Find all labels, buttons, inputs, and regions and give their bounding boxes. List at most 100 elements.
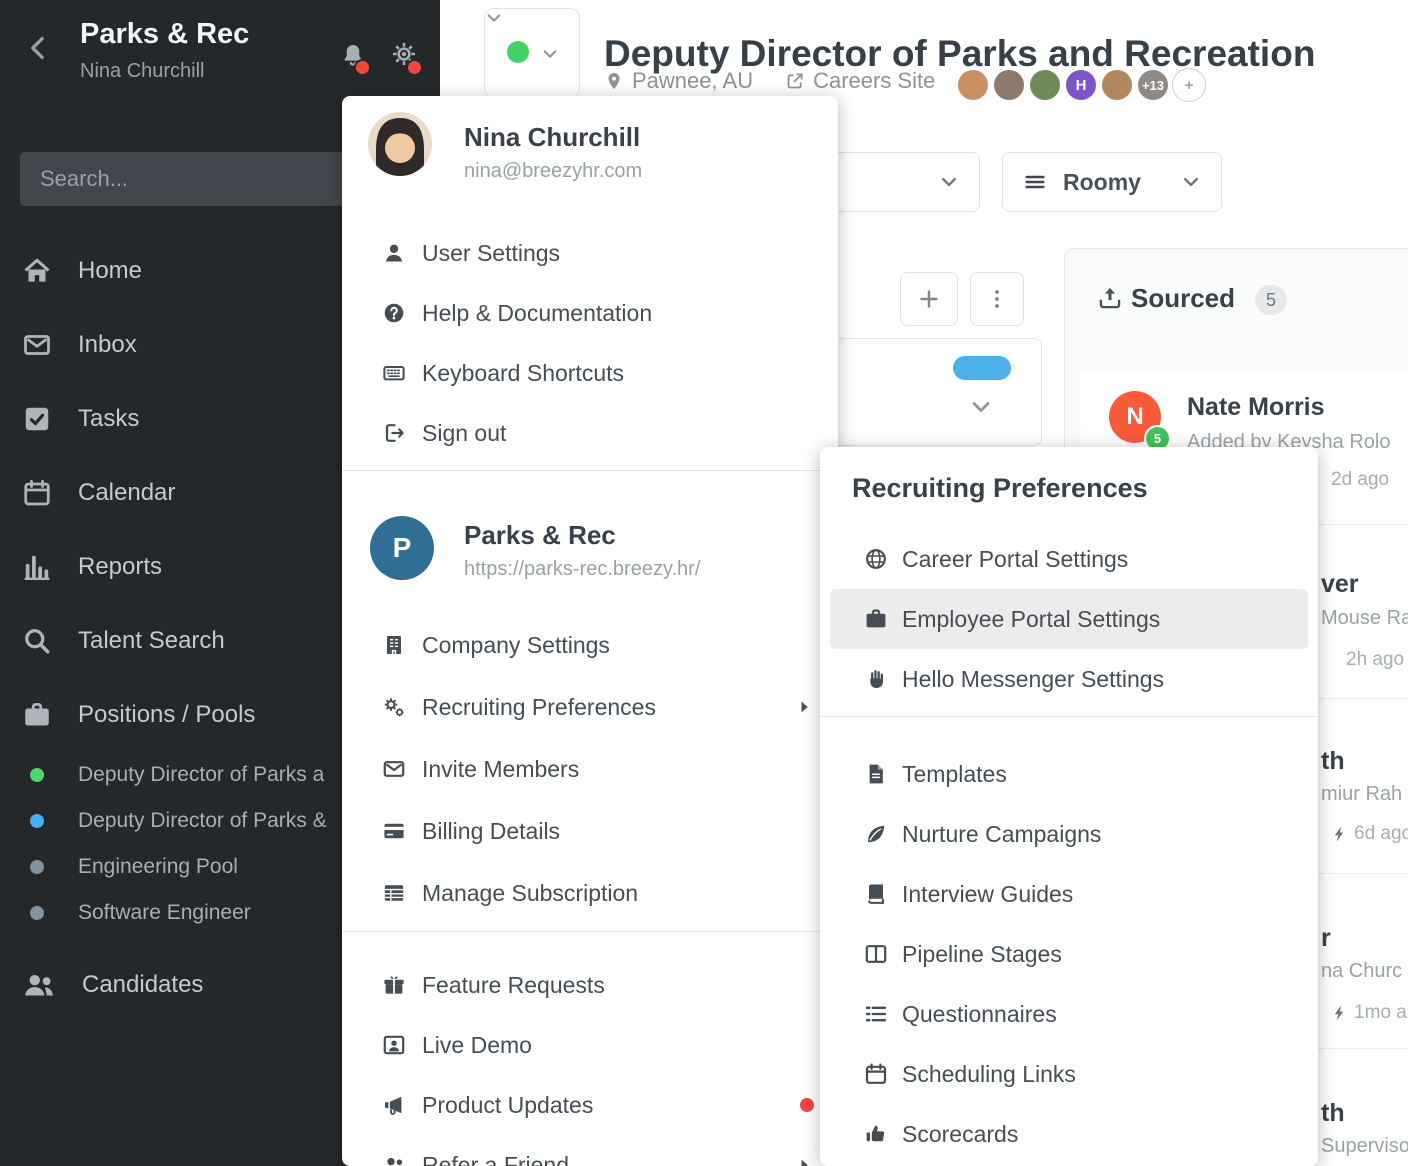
avatar-overflow-badge[interactable]: +13 bbox=[1136, 68, 1170, 102]
submenu-item-career-portal-settings[interactable]: Career Portal Settings bbox=[820, 529, 1318, 589]
app-screen: Parks & Rec Nina Churchill Home Inbox Ta… bbox=[0, 0, 1408, 1166]
submenu-item-scorecards[interactable]: Scorecards bbox=[820, 1104, 1318, 1164]
help-icon bbox=[382, 301, 406, 325]
chevron-left-icon bbox=[24, 34, 52, 62]
candidate-avatar-initial: N bbox=[1126, 403, 1144, 430]
team-avatars: H +13 + bbox=[956, 68, 1208, 102]
avatar[interactable]: H bbox=[1064, 68, 1098, 102]
notification-dot bbox=[354, 59, 371, 76]
avatar[interactable] bbox=[1100, 68, 1134, 102]
candidate-time: 1mo a bbox=[1331, 1002, 1407, 1024]
globe-icon bbox=[864, 547, 888, 571]
add-team-member-button[interactable]: + bbox=[1172, 68, 1206, 102]
menu-item-keyboard-shortcuts[interactable]: Keyboard Shortcuts bbox=[342, 343, 838, 403]
menu-item-user-settings[interactable]: User Settings bbox=[342, 223, 838, 283]
submenu-item-interview-guides[interactable]: Interview Guides bbox=[820, 864, 1318, 924]
reports-icon bbox=[22, 552, 52, 582]
view-selector-dropdown[interactable]: Roomy bbox=[1002, 152, 1222, 212]
candidate-time: 2h ago bbox=[1346, 649, 1405, 670]
user-avatar bbox=[368, 112, 432, 176]
position-location: Pawnee, AU bbox=[632, 68, 754, 93]
menu-item-invite-members[interactable]: Invite Members bbox=[342, 738, 838, 800]
candidate-time: 6d ago bbox=[1331, 823, 1408, 845]
user-icon bbox=[382, 241, 406, 265]
position-status-dot bbox=[30, 814, 44, 828]
menu-item-company-settings[interactable]: Company Settings bbox=[342, 614, 838, 676]
menu-item-help-documentation[interactable]: Help & Documentation bbox=[342, 283, 838, 343]
avatar[interactable] bbox=[1028, 68, 1062, 102]
sidebar-company-name: Parks & Rec bbox=[80, 18, 250, 50]
more-options-button[interactable] bbox=[970, 272, 1024, 326]
submenu-item-nurture-campaigns[interactable]: Nurture Campaigns bbox=[820, 804, 1318, 864]
user-menu-email: nina@breezyhr.com bbox=[464, 160, 643, 182]
user-avatar-photo bbox=[368, 112, 432, 176]
calendar-icon bbox=[864, 1062, 888, 1086]
company-menu-name: Parks & Rec bbox=[464, 520, 616, 550]
candidate-meta-fragment: Mouse Ra bbox=[1321, 607, 1408, 629]
submenu-item-questionnaires[interactable]: Questionnaires bbox=[820, 984, 1318, 1044]
submenu-title: Recruiting Preferences bbox=[852, 473, 1148, 503]
recruiting-preferences-submenu: Recruiting Preferences Career Portal Set… bbox=[820, 447, 1318, 1166]
home-icon bbox=[22, 256, 52, 286]
sourced-column-title: Sourced bbox=[1131, 283, 1236, 313]
menu-item-feature-requests[interactable]: Feature Requests bbox=[342, 955, 838, 1015]
chevron-down-icon bbox=[939, 172, 959, 192]
thumbs-up-icon bbox=[864, 1122, 888, 1146]
company-menu-header: P Parks & Rec https://parks-rec.breezy.h… bbox=[342, 478, 838, 614]
candidate-meta-fragment: miur Rah bbox=[1321, 783, 1403, 805]
list-icon bbox=[864, 1002, 888, 1026]
book-icon bbox=[864, 882, 888, 906]
candidate-name-fragment: th bbox=[1321, 1099, 1345, 1127]
tasks-icon bbox=[22, 404, 52, 434]
sidebar-user-name: Nina Churchill bbox=[80, 60, 205, 82]
menu-divider bbox=[820, 716, 1318, 717]
submenu-item-pipeline-stages[interactable]: Pipeline Stages bbox=[820, 924, 1318, 984]
sign-out-icon bbox=[382, 421, 406, 445]
submenu-item-employee-portal-settings[interactable]: Employee Portal Settings bbox=[830, 589, 1308, 649]
briefcase-icon bbox=[22, 700, 52, 730]
chevron-down-icon[interactable] bbox=[969, 395, 993, 419]
bolt-icon bbox=[1331, 825, 1349, 843]
status-green-dot bbox=[507, 41, 529, 63]
location-pin-icon bbox=[604, 71, 624, 91]
add-candidate-button[interactable] bbox=[900, 272, 958, 326]
leaf-icon bbox=[864, 822, 888, 846]
user-menu-name: Nina Churchill bbox=[464, 122, 641, 152]
careers-site-link[interactable]: Careers Site bbox=[813, 68, 935, 94]
sourced-count-badge: 5 bbox=[1255, 285, 1288, 315]
user-screen-icon bbox=[382, 1033, 406, 1057]
back-button[interactable] bbox=[24, 34, 52, 67]
position-status-dropdown[interactable] bbox=[484, 8, 580, 98]
company-menu-url[interactable]: https://parks-rec.breezy.hr/ bbox=[464, 558, 700, 581]
settings-button[interactable] bbox=[390, 40, 423, 76]
view-selector-label: Roomy bbox=[1063, 168, 1141, 195]
plus-icon bbox=[917, 287, 941, 311]
bolt-icon bbox=[1331, 1004, 1349, 1022]
menu-item-live-demo[interactable]: Live Demo bbox=[342, 1015, 838, 1075]
hamburger-icon bbox=[1023, 170, 1047, 194]
menu-item-product-updates[interactable]: Product Updates bbox=[342, 1075, 838, 1135]
avatar[interactable] bbox=[992, 68, 1026, 102]
chevron-down-icon bbox=[485, 9, 503, 27]
keyboard-icon bbox=[382, 361, 406, 385]
external-link-icon bbox=[785, 71, 805, 91]
candidate-name-fragment: th bbox=[1321, 747, 1345, 775]
megaphone-icon bbox=[382, 1093, 406, 1117]
submenu-item-hello-messenger-settings[interactable]: Hello Messenger Settings bbox=[820, 649, 1318, 709]
menu-item-billing-details[interactable]: Billing Details bbox=[342, 800, 838, 862]
submenu-item-scheduling-links[interactable]: Scheduling Links bbox=[820, 1044, 1318, 1104]
candidate-meta-fragment: na Churc bbox=[1321, 960, 1403, 982]
position-status-dot bbox=[30, 768, 44, 782]
menu-item-manage-subscription[interactable]: Manage Subscription bbox=[342, 862, 838, 924]
menu-item-sign-out[interactable]: Sign out bbox=[342, 403, 838, 463]
gift-icon bbox=[382, 973, 406, 997]
menu-item-recruiting-preferences[interactable]: Recruiting Preferences bbox=[342, 676, 838, 738]
menu-item-refer-a-friend[interactable]: Refer a Friend bbox=[342, 1135, 838, 1166]
updates-notification-dot bbox=[800, 1098, 814, 1112]
envelope-icon bbox=[382, 757, 406, 781]
notifications-button[interactable] bbox=[340, 42, 371, 76]
file-icon bbox=[864, 762, 888, 786]
chevron-down-icon bbox=[1181, 172, 1201, 192]
avatar[interactable] bbox=[956, 68, 990, 102]
submenu-item-templates[interactable]: Templates bbox=[820, 744, 1318, 804]
